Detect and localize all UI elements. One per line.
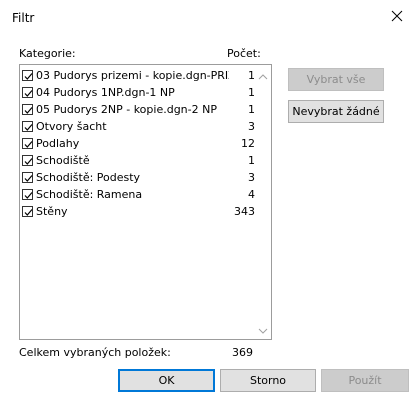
list-item[interactable]: 04 Pudorys 1NP.dgn-1 NP 1 [22,84,255,101]
close-button[interactable] [383,4,411,28]
scroll-down-icon[interactable] [258,327,268,335]
ok-button[interactable]: OK [118,369,215,392]
item-count: 3 [248,171,255,184]
item-count: 1 [248,154,255,167]
select-all-button[interactable]: Vybrat vše [288,68,384,91]
list-item[interactable]: Otvory šacht 3 [22,118,255,135]
list-item[interactable]: Schodiště: Ramena 4 [22,186,255,203]
checkmark-icon [24,73,33,80]
item-count: 4 [248,188,255,201]
category-list[interactable]: 03 Pudorys prizemi - kopie.dgn-PRIZ... 1… [19,64,272,340]
item-label: Schodiště [36,154,90,167]
item-label: Otvory šacht [36,120,107,133]
item-count: 1 [248,86,255,99]
checkmark-icon [24,90,33,97]
checkbox[interactable] [22,70,33,81]
checkbox[interactable] [22,172,33,183]
checkbox[interactable] [22,87,33,98]
checkbox[interactable] [22,138,33,149]
category-header: Kategorie: [19,47,76,60]
list-item[interactable]: Podlahy 12 [22,135,255,152]
list-item[interactable]: Stěny 343 [22,203,255,220]
item-label: Schodiště: Podesty [36,171,141,184]
apply-button[interactable]: Použít [321,369,409,392]
checkbox[interactable] [22,189,33,200]
item-label: 04 Pudorys 1NP.dgn-1 NP [36,86,175,99]
item-label: 05 Pudorys 2NP - kopie.dgn-2 NP [36,103,217,116]
item-label: Stěny [36,205,68,218]
deselect-all-button[interactable]: Nevybrat žádné [288,100,384,123]
checkmark-icon [24,192,33,199]
list-item[interactable]: 05 Pudorys 2NP - kopie.dgn-2 NP 1 [22,101,255,118]
item-count: 12 [241,137,255,150]
checkmark-icon [24,209,33,216]
checkbox[interactable] [22,155,33,166]
close-icon [391,10,403,22]
list-item[interactable]: 03 Pudorys prizemi - kopie.dgn-PRIZ... 1 [22,67,255,84]
window-title: Filtr [12,11,35,25]
list-item[interactable]: Schodiště 1 [22,152,255,169]
checkmark-icon [24,141,33,148]
checkbox[interactable] [22,121,33,132]
item-count: 343 [234,205,255,218]
checkbox[interactable] [22,104,33,115]
count-header: Počet: [227,47,261,60]
selected-total-label: Celkem vybraných položek: [19,346,171,359]
item-label: Schodiště: Ramena [36,188,143,201]
cancel-button[interactable]: Storno [220,369,316,392]
item-count: 1 [248,69,255,82]
selected-total-count: 369 [232,346,253,359]
list-item[interactable]: Schodiště: Podesty 3 [22,169,255,186]
checkbox[interactable] [22,206,33,217]
item-label: 03 Pudorys prizemi - kopie.dgn-PRIZ... [36,69,229,82]
checkmark-icon [24,107,33,114]
item-count: 3 [248,120,255,133]
item-label: Podlahy [36,137,80,150]
checkmark-icon [24,124,33,131]
checkmark-icon [24,175,33,182]
vertical-scrollbar[interactable] [255,65,271,339]
item-count: 1 [248,103,255,116]
scroll-up-icon[interactable] [258,73,268,81]
checkmark-icon [24,158,33,165]
